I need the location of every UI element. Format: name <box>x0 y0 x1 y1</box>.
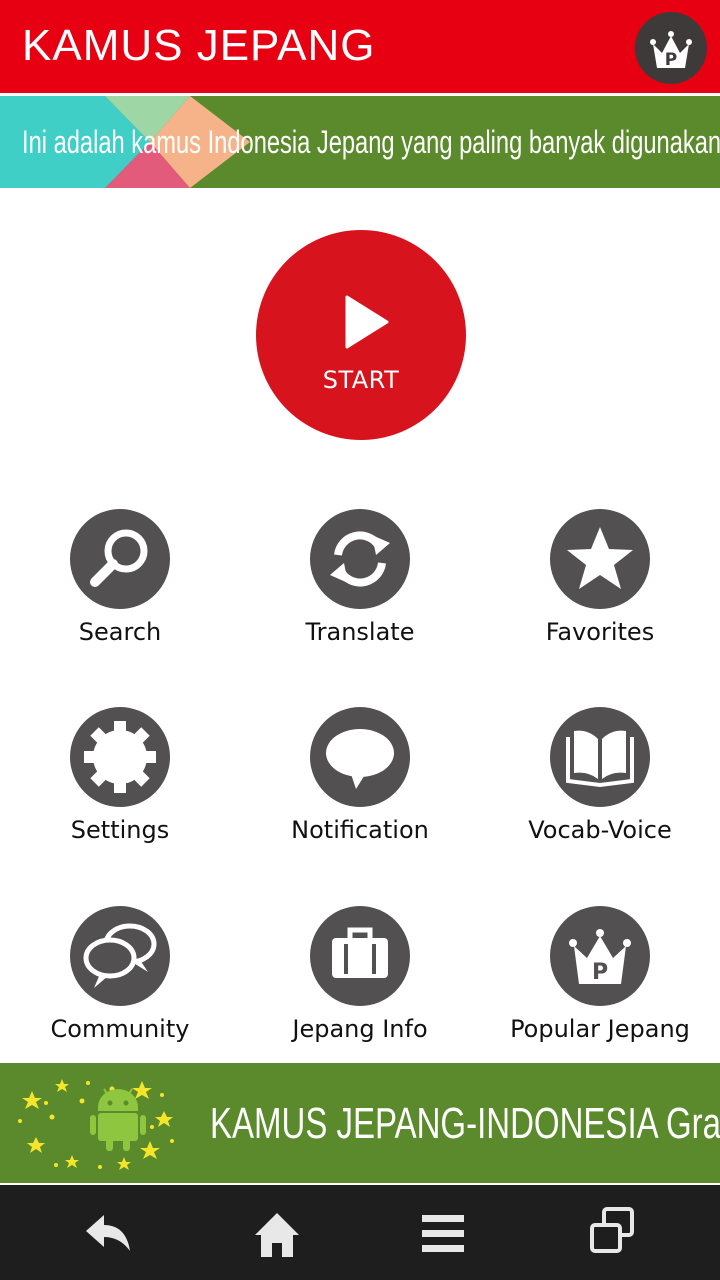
menu-item-circle <box>310 906 410 1006</box>
menu-item-label: Jepang Info <box>292 1015 428 1043</box>
menu-item-jepang-info[interactable]: Jepang Info <box>240 906 480 1076</box>
app-header: KAMUS JEPANG P <box>0 0 720 93</box>
menu-item-community[interactable]: Community <box>0 906 240 1076</box>
recent-apps-button[interactable] <box>580 1201 644 1265</box>
home-icon <box>255 1213 299 1257</box>
start-button[interactable]: START <box>256 230 466 440</box>
menu-item-label: Community <box>50 1015 190 1043</box>
menu-item-circle <box>550 707 650 807</box>
menu-item-circle: P <box>550 906 650 1006</box>
recent-apps-icon <box>590 1207 634 1253</box>
menu-item-label: Vocab-Voice <box>528 816 672 844</box>
crown-letter: P <box>592 960 608 985</box>
menu-item-circle <box>70 906 170 1006</box>
magnifier-icon <box>90 529 148 587</box>
menu-item-translate[interactable]: Translate <box>240 509 480 679</box>
menu-item-popular-jepang[interactable]: P Popular Jepang <box>480 906 720 1076</box>
menu-item-favorites[interactable]: Favorites <box>480 509 720 679</box>
menu-item-label: Translate <box>305 618 415 646</box>
android-stars-icon <box>18 1079 174 1170</box>
open-book-icon <box>566 730 634 788</box>
start-label: START <box>322 366 400 394</box>
popular-crown-p-icon: P <box>650 31 692 70</box>
menu-item-circle <box>70 509 170 609</box>
badge-letter: P <box>665 50 677 70</box>
play-icon <box>345 295 389 349</box>
banner-text: Ini adalah kamus Indonesia Jepang yang p… <box>22 124 720 160</box>
back-button[interactable] <box>76 1201 140 1265</box>
crown-p-icon: P <box>569 929 631 985</box>
back-icon <box>86 1215 130 1251</box>
menu-item-circle <box>70 707 170 807</box>
menu-item-label: Settings <box>70 816 170 844</box>
menu-item-vocab-voice[interactable]: Vocab-Voice <box>480 707 720 877</box>
menu-item-label: Notification <box>291 816 429 844</box>
menu-item-search[interactable]: Search <box>0 509 240 679</box>
bottom-navbar <box>0 1185 720 1280</box>
menu-item-settings[interactable]: Settings <box>0 707 240 877</box>
menu-item-label: Popular Jepang <box>510 1015 690 1043</box>
popular-badge-button[interactable]: P <box>635 12 707 84</box>
menu-item-circle <box>550 509 650 609</box>
info-banner[interactable]: Ini adalah kamus Indonesia Jepang yang p… <box>0 96 720 188</box>
ad-text: KAMUS JEPANG-INDONESIA Gratis <box>210 1099 720 1148</box>
refresh-arrows-icon <box>330 531 390 587</box>
menu-item-label: Favorites <box>545 618 655 646</box>
briefcase-icon <box>332 927 388 978</box>
menu-item-label: Search <box>78 618 162 646</box>
star-icon <box>567 527 633 589</box>
home-button[interactable] <box>245 1201 309 1265</box>
app-title: KAMUS JEPANG <box>22 21 376 70</box>
menu-item-circle <box>310 509 410 609</box>
speech-bubble-icon <box>326 729 394 789</box>
ad-banner[interactable]: KAMUS JEPANG-INDONESIA Gratis <box>0 1063 720 1183</box>
gear-icon <box>84 721 156 793</box>
chat-bubbles-icon <box>83 923 157 988</box>
menu-item-circle <box>310 707 410 807</box>
menu-icon <box>422 1215 464 1252</box>
menu-button[interactable] <box>411 1201 475 1265</box>
menu-item-notification[interactable]: Notification <box>240 707 480 877</box>
